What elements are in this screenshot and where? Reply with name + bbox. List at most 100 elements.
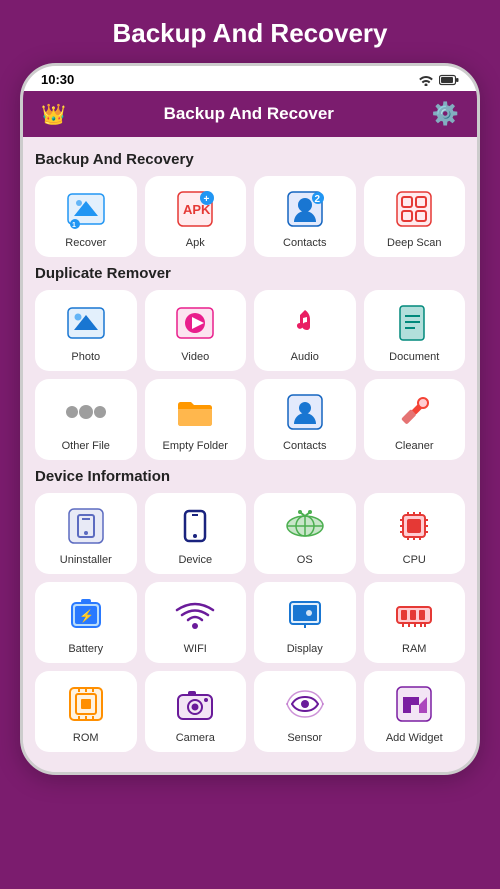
rom-label: ROM (73, 732, 99, 744)
battery-item[interactable]: ⚡ Battery (35, 582, 137, 663)
cpu-item[interactable]: CPU (364, 493, 466, 574)
audio-item[interactable]: Audio (254, 290, 356, 371)
content-area: Backup And Recovery 1 Recover (23, 137, 477, 772)
apk-label: Apk (186, 237, 205, 249)
uninstaller-icon-wrap (63, 503, 109, 549)
photo-item[interactable]: Photo (35, 290, 137, 371)
otherfile-icon (65, 391, 107, 433)
phone-frame: 10:30 👑 Backup And Recover ⚙️ Backup And… (20, 63, 480, 775)
emptyfolder-item[interactable]: Empty Folder (145, 379, 247, 460)
uninstaller-label: Uninstaller (60, 554, 112, 566)
apk-icon: APK + (174, 188, 216, 230)
wifi-icon (174, 594, 216, 636)
photo-icon-wrap (63, 300, 109, 346)
display-icon-wrap (282, 592, 328, 638)
contacts-dup-label: Contacts (283, 440, 326, 452)
uninstaller-icon (65, 505, 107, 547)
photo-label: Photo (71, 351, 100, 363)
svg-text:1: 1 (72, 222, 76, 229)
recover-item[interactable]: 1 Recover (35, 176, 137, 257)
cleaner-item[interactable]: Cleaner (364, 379, 466, 460)
duplicate-grid: Photo Video (35, 290, 465, 460)
svg-text:⚡: ⚡ (79, 609, 94, 623)
settings-icon[interactable]: ⚙️ (432, 101, 459, 127)
section-device-title: Device Information (35, 468, 465, 485)
ram-icon-wrap (391, 592, 437, 638)
wifi-icon-wrap (172, 592, 218, 638)
display-icon (284, 594, 326, 636)
audio-icon-wrap (282, 300, 328, 346)
addwidget-icon-wrap (391, 681, 437, 727)
battery-icon-wrap: ⚡ (63, 592, 109, 638)
document-icon (393, 302, 435, 344)
document-label: Document (389, 351, 439, 363)
cleaner-label: Cleaner (395, 440, 434, 452)
rom-item[interactable]: ROM (35, 671, 137, 752)
battery-label: Battery (68, 643, 103, 655)
crown-icon: 👑 (41, 102, 66, 127)
emptyfolder-label: Empty Folder (163, 440, 228, 452)
device-item[interactable]: Device (145, 493, 247, 574)
os-icon-wrap (282, 503, 328, 549)
wifi-item[interactable]: WIFI (145, 582, 247, 663)
camera-icon-wrap (172, 681, 218, 727)
section-duplicate-title: Duplicate Remover (35, 265, 465, 282)
recover-icon: 1 (65, 188, 107, 230)
page-title: Backup And Recovery (112, 18, 387, 49)
contacts-backup-icon-wrap: 2 (282, 186, 328, 232)
sensor-label: Sensor (287, 732, 322, 744)
apk-item[interactable]: APK + Apk (145, 176, 247, 257)
sensor-item[interactable]: Sensor (254, 671, 356, 752)
backup-grid: 1 Recover APK + Apk (35, 176, 465, 257)
wifi-status-icon (418, 74, 434, 86)
recover-icon-wrap: 1 (63, 186, 109, 232)
document-item[interactable]: Document (364, 290, 466, 371)
camera-item[interactable]: Camera (145, 671, 247, 752)
app-header: 👑 Backup And Recover ⚙️ (23, 91, 477, 137)
contacts-dup-icon (284, 391, 326, 433)
sensor-icon (284, 683, 326, 725)
camera-icon (174, 683, 216, 725)
svg-text:+: + (204, 194, 210, 205)
status-time: 10:30 (41, 72, 74, 87)
cpu-icon-wrap (391, 503, 437, 549)
emptyfolder-icon (174, 391, 216, 433)
deepscan-item[interactable]: Deep Scan (364, 176, 466, 257)
status-icons (418, 74, 459, 86)
display-item[interactable]: Display (254, 582, 356, 663)
audio-label: Audio (291, 351, 319, 363)
app-header-title: Backup And Recover (164, 104, 334, 124)
display-label: Display (287, 643, 323, 655)
video-item[interactable]: Video (145, 290, 247, 371)
otherfile-item[interactable]: Other File (35, 379, 137, 460)
addwidget-item[interactable]: Add Widget (364, 671, 466, 752)
device-label: Device (178, 554, 212, 566)
rom-icon-wrap (63, 681, 109, 727)
cleaner-icon (393, 391, 435, 433)
otherfile-label: Other File (62, 440, 110, 452)
recover-label: Recover (65, 237, 106, 249)
os-item[interactable]: OS (254, 493, 356, 574)
addwidget-label: Add Widget (386, 732, 443, 744)
ram-icon (393, 594, 435, 636)
deepscan-icon-wrap (391, 186, 437, 232)
otherfile-icon-wrap (63, 389, 109, 435)
ram-item[interactable]: RAM (364, 582, 466, 663)
wifi-label: WIFI (184, 643, 207, 655)
cpu-label: CPU (403, 554, 426, 566)
device-icon (174, 505, 216, 547)
contacts-dup-item[interactable]: Contacts (254, 379, 356, 460)
sensor-icon-wrap (282, 681, 328, 727)
video-label: Video (181, 351, 209, 363)
photo-icon (65, 302, 107, 344)
document-icon-wrap (391, 300, 437, 346)
uninstaller-item[interactable]: Uninstaller (35, 493, 137, 574)
contacts-backup-item[interactable]: 2 Contacts (254, 176, 356, 257)
battery-status-icon (439, 74, 459, 86)
addwidget-icon (393, 683, 435, 725)
video-icon (174, 302, 216, 344)
deepscan-label: Deep Scan (387, 237, 441, 249)
section-backup-title: Backup And Recovery (35, 151, 465, 168)
contacts-dup-icon-wrap (282, 389, 328, 435)
cleaner-icon-wrap (391, 389, 437, 435)
